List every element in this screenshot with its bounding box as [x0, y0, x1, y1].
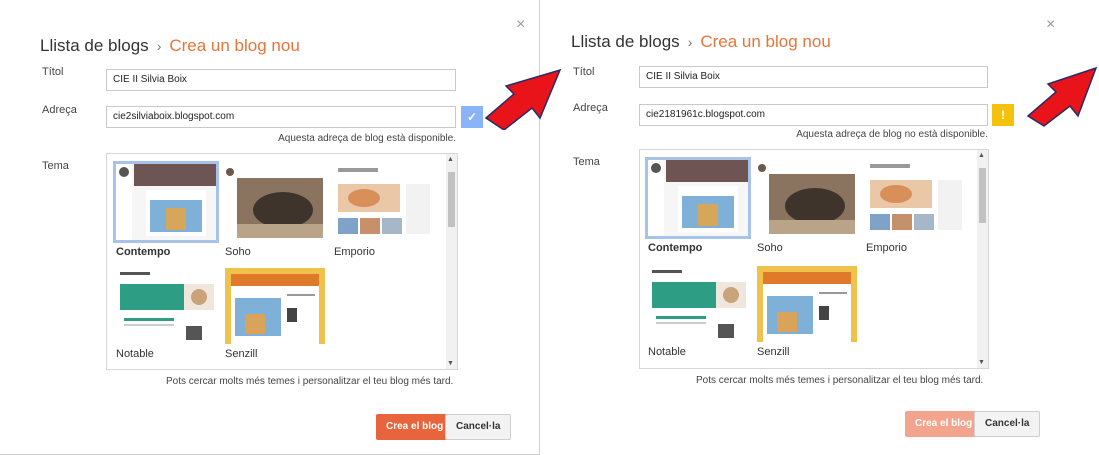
- close-icon[interactable]: ×: [1046, 16, 1055, 34]
- themes-hint: Pots cercar molts més temes i personalit…: [166, 376, 454, 387]
- warning-icon: !: [992, 104, 1014, 126]
- theme-thumb-senzill[interactable]: [757, 266, 857, 342]
- theme-thumb-contempo[interactable]: [113, 161, 219, 243]
- theme-thumb-soho[interactable]: [757, 160, 857, 236]
- contempo-preview-image: [116, 164, 216, 240]
- scroll-up-icon[interactable]: ▲: [978, 152, 985, 159]
- theme-thumb-soho[interactable]: [225, 164, 325, 240]
- address-label: Adreça: [573, 102, 608, 114]
- create-blog-dialog-unavailable: × Llista de blogs › Crea un blog nou Títol…: [549, 0, 1089, 455]
- emporio-preview-image: [866, 160, 966, 236]
- emporio-preview-image: [334, 164, 434, 240]
- red-arrow-icon: [484, 68, 562, 130]
- title-field[interactable]: CIE II Silvia Boix: [639, 66, 988, 88]
- notable-preview-image: [116, 268, 216, 344]
- red-arrow-icon: [1026, 66, 1098, 127]
- theme-thumb-notable[interactable]: [648, 266, 748, 342]
- theme-name-senzill[interactable]: Senzill: [225, 348, 257, 360]
- theme-gallery: Contempo Soho Emporio Notable Senzill ▲ …: [639, 149, 989, 369]
- notable-preview-image: [648, 266, 748, 342]
- create-blog-button[interactable]: Crea el blog: [376, 414, 454, 440]
- theme-label: Tema: [42, 160, 69, 172]
- theme-gallery: Contempo Soho Emporio Notable Senzill ▲ …: [106, 153, 458, 370]
- theme-thumb-senzill[interactable]: [225, 268, 325, 344]
- theme-thumb-contempo[interactable]: [645, 157, 751, 239]
- close-icon[interactable]: ×: [516, 16, 525, 34]
- breadcrumb: Llista de blogs › Crea un blog nou: [40, 36, 300, 56]
- availability-message: Aquesta adreça de blog està disponible.: [278, 133, 456, 144]
- theme-name-soho[interactable]: Soho: [225, 246, 251, 258]
- title-field[interactable]: CIE II Silvia Boix: [106, 69, 456, 91]
- theme-name-emporio[interactable]: Emporio: [866, 242, 907, 254]
- theme-thumb-emporio[interactable]: [334, 164, 434, 240]
- scroll-down-icon[interactable]: ▼: [978, 359, 985, 366]
- theme-name-contempo[interactable]: Contempo: [116, 246, 170, 258]
- contempo-preview-image: [648, 160, 748, 236]
- soho-preview-image: [757, 160, 857, 236]
- page-title: Crea un blog nou: [700, 32, 831, 51]
- themes-hint: Pots cercar molts més temes i personalit…: [696, 375, 984, 386]
- address-label: Adreça: [42, 104, 77, 116]
- theme-label: Tema: [573, 156, 600, 168]
- title-label: Títol: [573, 66, 595, 78]
- check-icon: ✓: [461, 106, 483, 128]
- availability-message: Aquesta adreça de blog no està disponibl…: [796, 129, 988, 140]
- senzill-preview-image: [225, 268, 325, 344]
- address-field[interactable]: cie2181961c.blogspot.com: [639, 104, 988, 126]
- cancel-button[interactable]: Cancel·la: [445, 414, 512, 440]
- chevron-right-icon: ›: [156, 38, 162, 54]
- breadcrumb: Llista de blogs › Crea un blog nou: [571, 32, 831, 52]
- address-field[interactable]: cie2silviaboix.blogspot.com: [106, 106, 456, 128]
- soho-preview-image: [225, 164, 325, 240]
- scroll-down-icon[interactable]: ▼: [447, 360, 454, 367]
- chevron-right-icon: ›: [687, 34, 693, 50]
- theme-name-notable[interactable]: Notable: [648, 346, 686, 358]
- scrollbar-thumb[interactable]: [979, 168, 986, 223]
- theme-name-contempo[interactable]: Contempo: [648, 242, 702, 254]
- create-blog-button[interactable]: Crea el blog: [905, 411, 983, 437]
- theme-name-emporio[interactable]: Emporio: [334, 246, 375, 258]
- breadcrumb-blog-list[interactable]: Llista de blogs: [40, 36, 149, 55]
- scrollbar-thumb[interactable]: [448, 172, 455, 227]
- senzill-preview-image: [757, 266, 857, 342]
- theme-name-senzill[interactable]: Senzill: [757, 346, 789, 358]
- title-label: Títol: [42, 66, 64, 78]
- theme-scrollbar[interactable]: ▲ ▼: [977, 150, 988, 368]
- theme-thumb-emporio[interactable]: [866, 160, 966, 236]
- breadcrumb-blog-list[interactable]: Llista de blogs: [571, 32, 680, 51]
- cancel-button[interactable]: Cancel·la: [974, 411, 1041, 437]
- create-blog-dialog-available: × Llista de blogs › Crea un blog nou Títol…: [0, 0, 540, 455]
- theme-scrollbar[interactable]: ▲ ▼: [446, 154, 457, 369]
- scroll-up-icon[interactable]: ▲: [447, 156, 454, 163]
- theme-thumb-notable[interactable]: [116, 268, 216, 344]
- theme-name-notable[interactable]: Notable: [116, 348, 154, 360]
- page-title: Crea un blog nou: [169, 36, 300, 55]
- theme-name-soho[interactable]: Soho: [757, 242, 783, 254]
